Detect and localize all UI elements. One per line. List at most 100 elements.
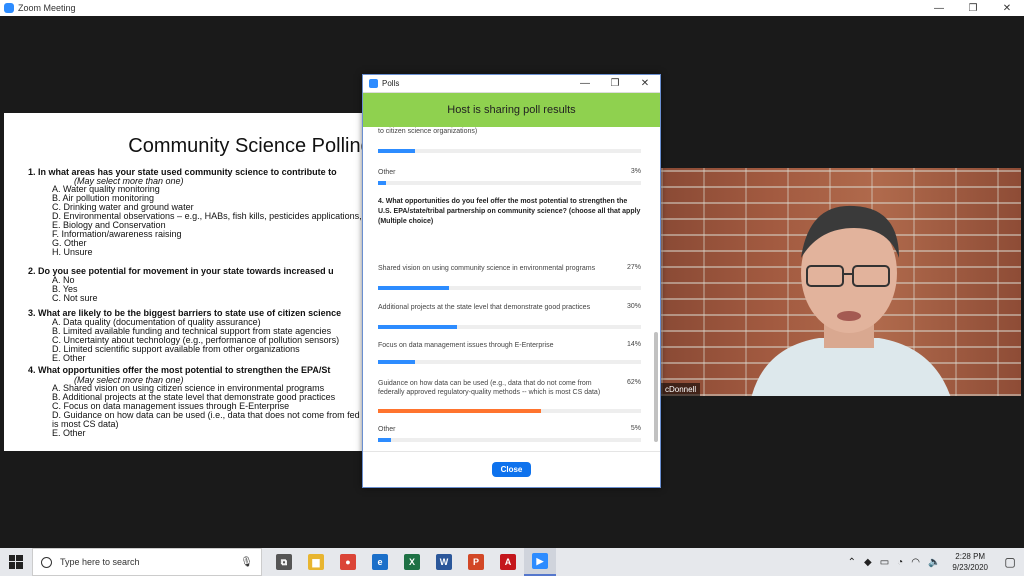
chevron-up-icon[interactable]: ⌃ xyxy=(848,557,856,568)
zoom-icon: ▶ xyxy=(532,553,548,569)
poll-result-fill xyxy=(378,360,415,364)
battery-icon[interactable]: ▭ xyxy=(880,557,889,568)
windows-taskbar: Type here to search 🎙 ⧉ ▆ ● e X W P A ▶ ⌃ ◆ ▭ ◔ … xyxy=(0,548,1024,576)
close-button[interactable]: Close xyxy=(491,462,532,477)
microphone-icon[interactable]: 🎙 xyxy=(240,557,253,568)
chrome-icon: ● xyxy=(340,554,356,570)
window-title: Zoom Meeting xyxy=(18,3,76,13)
taskbar-app-powerpoint[interactable]: P xyxy=(460,548,492,576)
taskbar-app-excel[interactable]: X xyxy=(396,548,428,576)
list-item: E. Other xyxy=(52,428,86,438)
participant-silhouette xyxy=(751,205,951,396)
taskbar-app-chrome[interactable]: ● xyxy=(332,548,364,576)
meeting-stage: Community Science Polling 1. In what are… xyxy=(0,16,1024,548)
maximize-button[interactable]: ❐ xyxy=(956,3,990,14)
poll-result-fill xyxy=(378,181,386,185)
polls-titlebar: Polls — ❐ ✕ xyxy=(363,75,660,93)
poll-result-bar xyxy=(378,438,641,442)
close-window-button[interactable]: ✕ xyxy=(630,78,660,89)
poll-answer-percent: 3% xyxy=(630,168,641,175)
poll-result-fill xyxy=(378,325,457,329)
poll-result-fill xyxy=(378,438,392,442)
poll-result-row: Guidance on how data can be used (e.g., … xyxy=(378,379,641,413)
minimize-button[interactable]: — xyxy=(570,78,600,89)
poll-answer-label: Guidance on how data can be used (e.g., … xyxy=(378,380,601,396)
taskbar-search-box[interactable]: Type here to search 🎙 xyxy=(32,548,262,576)
poll-question: 4. What opportunities do you feel offer … xyxy=(378,198,641,225)
excel-icon: X xyxy=(404,554,420,570)
list-item: E. Other xyxy=(52,353,86,363)
poll-result-fill xyxy=(378,286,449,290)
poll-answer-percent: 62% xyxy=(626,379,641,386)
word-icon: W xyxy=(436,554,452,570)
participant-name-tag: cDonnell xyxy=(661,383,701,396)
acrobat-icon: A xyxy=(500,554,516,570)
network-icon[interactable]: ◔ xyxy=(897,557,903,568)
slide-question-2-options: A. No B. Yes C. Not sure xyxy=(52,276,98,303)
windows-logo-icon xyxy=(9,555,23,569)
taskbar-app-file-explorer[interactable]: ▆ xyxy=(300,548,332,576)
poll-answer-percent: 30% xyxy=(626,303,641,310)
poll-result-bar xyxy=(378,325,641,329)
list-item: F. Information/awareness raising xyxy=(52,229,182,239)
slide-question-3-options: A. Data quality (documentation of qualit… xyxy=(52,318,339,363)
list-item: H. Unsure xyxy=(52,247,93,257)
clock-time: 2:28 PM xyxy=(955,552,986,561)
polls-title: Polls xyxy=(382,79,400,88)
polls-window: Polls — ❐ ✕ Host is sharing poll results… xyxy=(362,74,661,488)
close-window-button[interactable]: ✕ xyxy=(990,3,1024,14)
poll-result-bar xyxy=(378,181,641,185)
dropbox-icon[interactable]: ◆ xyxy=(864,557,872,568)
slide-question-4: 4. What opportunities offer the most pot… xyxy=(28,365,331,375)
zoom-logo-icon xyxy=(4,3,14,13)
volume-icon[interactable]: 🔈 xyxy=(928,557,940,568)
taskbar-app-word[interactable]: W xyxy=(428,548,460,576)
taskbar-app-edge[interactable]: e xyxy=(364,548,396,576)
poll-answer-label: Other xyxy=(378,169,396,176)
slide-title: Community Science Polling xyxy=(128,135,372,157)
clock-date: 9/23/2020 xyxy=(952,563,988,572)
poll-result-fill xyxy=(378,149,415,153)
poll-answer-label: to citizen science organizations) xyxy=(378,128,478,135)
taskbar-app-task-view[interactable]: ⧉ xyxy=(268,548,300,576)
edge-icon: e xyxy=(372,554,388,570)
poll-answer-percent: 27% xyxy=(626,264,641,271)
file-explorer-icon: ▆ xyxy=(308,554,324,570)
taskbar-app-zoom[interactable]: ▶ xyxy=(524,548,556,576)
poll-result-bar xyxy=(378,286,641,290)
system-tray: ⌃ ◆ ▭ ◔ ◠ 🔈 2:28 PM 9/23/2020 ▢ xyxy=(844,551,1024,573)
poll-results-list[interactable]: to citizen science organizations) Other … xyxy=(363,127,660,445)
poll-answer-label: Additional projects at the state level t… xyxy=(378,304,591,311)
taskbar-app-acrobat[interactable]: A xyxy=(492,548,524,576)
maximize-button[interactable]: ❐ xyxy=(600,78,630,89)
wifi-icon[interactable]: ◠ xyxy=(911,557,920,568)
poll-answer-label: Other xyxy=(378,426,396,433)
poll-banner: Host is sharing poll results xyxy=(363,93,660,127)
poll-result-bar xyxy=(378,360,641,364)
clock[interactable]: 2:28 PM 9/23/2020 xyxy=(952,551,988,573)
scrollbar-thumb[interactable] xyxy=(654,332,658,442)
minimize-button[interactable]: — xyxy=(922,3,956,14)
start-button[interactable] xyxy=(0,548,32,576)
slide-question-4-options: A. Shared vision on using citizen scienc… xyxy=(52,384,360,438)
list-item: is most CS data) xyxy=(52,419,119,429)
poll-answer-label: Focus on data management issues through … xyxy=(378,342,554,349)
search-icon xyxy=(41,556,52,568)
polls-window-controls: — ❐ ✕ xyxy=(570,78,660,89)
poll-footer: Close xyxy=(363,451,660,487)
poll-answer-percent: 5% xyxy=(630,425,641,432)
taskbar-apps: ⧉ ▆ ● e X W P A ▶ xyxy=(268,548,556,576)
poll-result-row: Additional projects at the state level t… xyxy=(378,303,641,329)
poll-answer-label: Shared vision on using community science… xyxy=(378,265,596,272)
poll-scrollbar[interactable] xyxy=(654,127,658,445)
task-view-icon: ⧉ xyxy=(276,554,292,570)
search-placeholder: Type here to search xyxy=(60,557,140,567)
poll-result-row: Shared vision on using community science… xyxy=(378,264,641,290)
window-titlebar: Zoom Meeting — ❐ ✕ xyxy=(0,0,1024,16)
zoom-logo-icon xyxy=(369,79,378,88)
poll-result-row: Other 3% xyxy=(378,168,641,185)
powerpoint-icon: P xyxy=(468,554,484,570)
participant-video[interactable]: cDonnell xyxy=(661,168,1021,396)
notifications-icon[interactable]: ▢ xyxy=(996,555,1024,569)
poll-result-row: Other 5% xyxy=(378,425,641,442)
